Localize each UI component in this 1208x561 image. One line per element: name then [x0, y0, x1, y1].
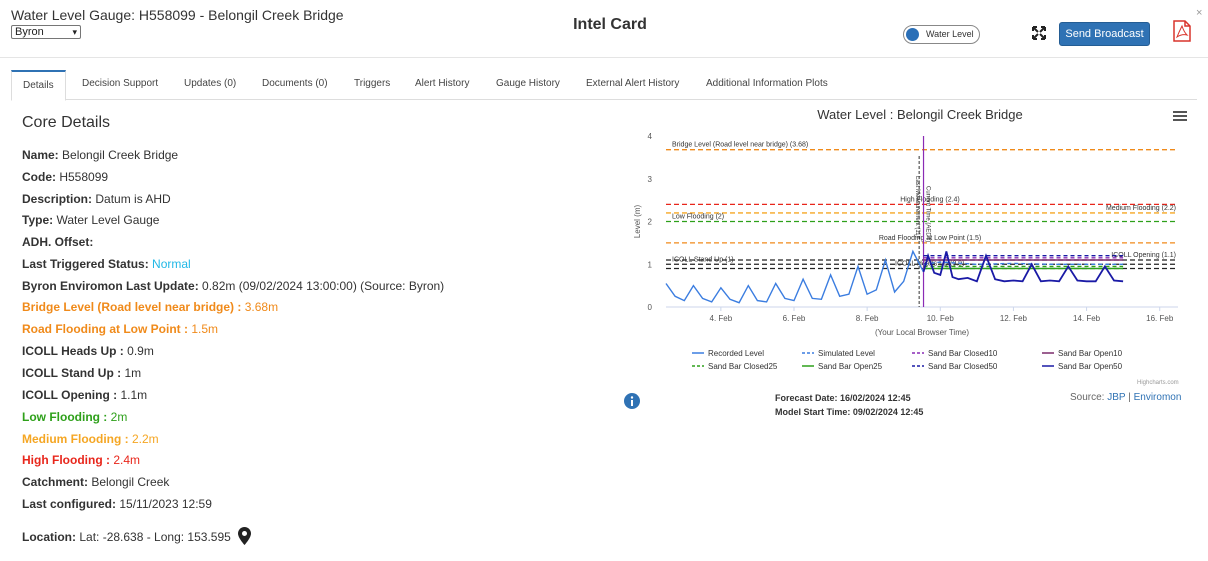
y-tick-label: 1: [648, 260, 653, 269]
legend-item: Simulated Level: [818, 349, 875, 358]
detail-icoll-heads-up: ICOLL Heads Up : 0.9m: [22, 344, 154, 358]
detail-icoll-opening: ICOLL Opening : 1.1m: [22, 388, 148, 402]
gauge-title: Water Level Gauge: H558099 - Belongil Cr…: [11, 7, 344, 23]
detail-name: Name: Belongil Creek Bridge: [22, 148, 179, 162]
close-icon[interactable]: ×: [1196, 7, 1202, 19]
threshold-label: Low Flooding (2): [672, 214, 724, 221]
threshold-label: Medium Flooding (2.2): [1106, 205, 1176, 212]
current-time-label: Current Time (AEDT): [925, 186, 931, 242]
x-tick-label: 4. Feb: [710, 314, 733, 323]
map-pin-icon[interactable]: [238, 527, 252, 545]
region-select-value: Byron: [15, 26, 44, 38]
x-tick-label: 14. Feb: [1073, 314, 1101, 323]
x-tick-label: 16. Feb: [1146, 314, 1174, 323]
detail-bridge-level: Bridge Level (Road level near bridge) : …: [22, 300, 279, 314]
core-details-heading: Core Details: [22, 114, 111, 131]
detail-last-configured: Last configured: 15/11/2023 12:59: [22, 497, 212, 511]
tab-additional-information-plots[interactable]: Additional Information Plots: [706, 70, 828, 100]
water-level-toggle[interactable]: Water Level: [903, 25, 980, 44]
tab-bar: Details Decision Support Updates (0) Doc…: [11, 70, 1197, 101]
legend-item: Sand Bar Closed10: [928, 349, 998, 358]
send-broadcast-button[interactable]: Send Broadcast: [1059, 22, 1150, 46]
y-tick-label: 2: [648, 218, 653, 227]
tab-updates[interactable]: Updates (0): [184, 70, 236, 100]
chart-menu-icon[interactable]: [1173, 110, 1187, 122]
x-axis-label: (Your Local Browser Time): [875, 328, 969, 337]
legend-item: Sand Bar Open10: [1058, 349, 1123, 358]
detail-code: Code: H558099: [22, 170, 109, 184]
source-link-enviromon[interactable]: Enviromon: [1134, 392, 1182, 403]
tab-details[interactable]: Details: [11, 70, 66, 101]
detail-location: Location: Lat: -28.638 - Long: 153.595: [22, 527, 252, 545]
card-title: Intel Card: [573, 16, 647, 33]
detail-medium-flooding: Medium Flooding : 2.2m: [22, 432, 159, 446]
y-axis-label: Level (m): [633, 204, 642, 238]
expand-icon[interactable]: [1031, 25, 1047, 41]
y-tick-label: 3: [648, 175, 653, 184]
chart-title: Water Level : Belongil Creek Bridge: [817, 107, 1023, 122]
y-tick-label: 0: [648, 303, 653, 312]
tab-decision-support[interactable]: Decision Support: [82, 70, 158, 100]
x-tick-label: 8. Feb: [856, 314, 879, 323]
detail-high-flooding: High Flooding : 2.4m: [22, 453, 141, 467]
tab-gauge-history[interactable]: Gauge History: [496, 70, 560, 100]
toggle-label: Water Level: [926, 29, 974, 39]
detail-last-triggered: Last Triggered Status: Normal: [22, 257, 191, 271]
x-tick-label: 6. Feb: [783, 314, 806, 323]
status-badge: Normal: [152, 257, 191, 271]
toggle-knob: [906, 28, 919, 41]
detail-catchment: Catchment: Belongil Creek: [22, 475, 170, 489]
forecast-date: Forecast Date: 16/02/2024 12:45: [775, 393, 911, 403]
x-tick-label: 10. Feb: [927, 314, 955, 323]
info-icon[interactable]: [624, 393, 640, 409]
highcharts-credit[interactable]: Highcharts.com: [1137, 380, 1179, 386]
legend-item: Sand Bar Open25: [818, 362, 883, 371]
source-link-jbp[interactable]: JBP: [1107, 392, 1125, 403]
detail-icoll-stand-up: ICOLL Stand Up : 1m: [22, 366, 142, 380]
detail-type: Type: Water Level Gauge: [22, 213, 160, 227]
region-select[interactable]: Byron ▾: [11, 25, 81, 39]
header-divider: [0, 57, 1208, 58]
pdf-icon[interactable]: [1173, 20, 1191, 42]
legend-item: Recorded Level: [708, 349, 764, 358]
legend-item: Sand Bar Closed50: [928, 362, 998, 371]
last-measurement-label: Last Measurement (11): [914, 176, 920, 238]
legend-item: Sand Bar Closed25: [708, 362, 778, 371]
threshold-label: Bridge Level (Road level near bridge) (3…: [672, 142, 808, 149]
water-level-chart: 0 1 2 3 4 Level (m) 4. Feb 6. Feb 8. Feb 10. Feb 1…: [633, 132, 1178, 371]
tab-external-alert-history[interactable]: External Alert History: [586, 70, 679, 100]
y-tick-label: 4: [648, 132, 653, 141]
tab-documents[interactable]: Documents (0): [262, 70, 328, 100]
chart-source: Source: JBP | Enviromon: [1070, 392, 1182, 403]
x-tick-label: 12. Feb: [1000, 314, 1028, 323]
legend-item: Sand Bar Open50: [1058, 362, 1123, 371]
chevron-down-icon: ▾: [72, 27, 77, 37]
tab-alert-history[interactable]: Alert History: [415, 70, 469, 100]
detail-adh-offset: ADH. Offset:: [22, 235, 94, 249]
threshold-label: ICOLL Stand Up (1): [672, 256, 734, 263]
model-start-time: Model Start Time: 09/02/2024 12:45: [775, 407, 924, 417]
detail-road-flooding: Road Flooding at Low Point : 1.5m: [22, 322, 219, 336]
tab-triggers[interactable]: Triggers: [354, 70, 390, 100]
detail-description: Description: Datum is AHD: [22, 192, 171, 206]
detail-low-flooding: Low Flooding : 2m: [22, 410, 128, 424]
detail-last-update: Byron Enviromon Last Update: 0.82m (09/0…: [22, 279, 445, 293]
